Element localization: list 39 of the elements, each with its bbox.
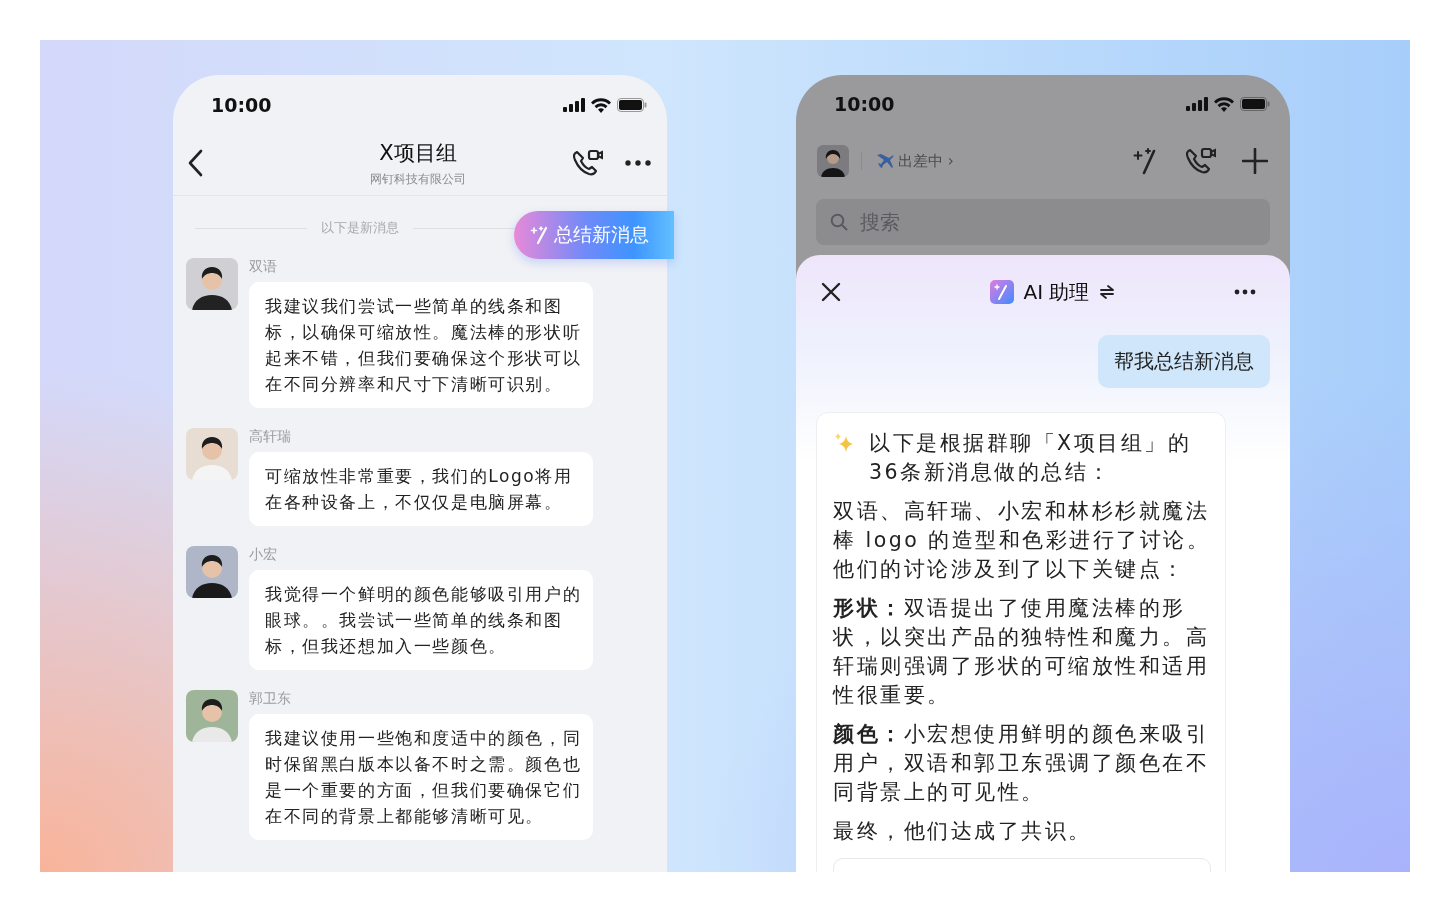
new-messages-divider: 以下是新消息 <box>321 219 399 237</box>
assistant-logo-icon <box>989 280 1014 304</box>
wifi-icon <box>591 97 611 113</box>
summary-intro: 以下是根据群聊「X项目组」的36条新消息做的总结： <box>869 430 1193 486</box>
close-icon[interactable] <box>821 282 841 302</box>
chat-subtitle: 网钉科技有限公司 <box>370 170 466 188</box>
switch-icon[interactable] <box>1099 284 1116 300</box>
assistant-title: AI 助理 <box>1023 278 1090 306</box>
more-icon[interactable] <box>1234 289 1256 295</box>
sender-name: 小宏 <box>249 546 278 564</box>
plus-icon[interactable] <box>1242 148 1268 174</box>
sender-name: 郭卫东 <box>249 690 292 708</box>
airplane-icon <box>876 153 894 169</box>
chat-title: X项目组 <box>379 139 457 167</box>
summary-paragraph: 颜色：小宏想使用鲜明的颜色来吸引用户，双语和郭卫东强调了颜色在不同背景上的可见性。 <box>833 721 1210 806</box>
message-bubble: 可缩放性非常重要，我们的Logo将用在各种设备上，不仅仅是电脑屏幕。 <box>249 452 593 526</box>
signal-icon <box>563 98 585 112</box>
battery-icon <box>617 98 647 112</box>
status-label[interactable]: 出差中 › <box>898 151 954 171</box>
battery-icon <box>1240 97 1270 111</box>
sender-name: 高轩瑞 <box>249 428 292 446</box>
call-icon[interactable] <box>1184 146 1218 176</box>
call-icon[interactable] <box>571 148 605 178</box>
magic-wand-icon <box>530 225 550 245</box>
summary-paragraph: 最终，他们达成了共识。 <box>833 818 1093 845</box>
signal-icon <box>1186 97 1208 111</box>
message-bubble: 我觉得一个鲜明的颜色能够吸引用户的眼球。。我尝试一些简单的线条和图标，但我还想加入一些颜色。 <box>249 570 593 670</box>
user-message-bubble: 帮我总结新消息 <box>1098 335 1270 388</box>
summary-paragraph: 双语、高轩瑞、小宏和林杉杉就魔法棒 logo 的造型和色彩进行了讨论。他们的讨论涉及到了以下关键点： <box>833 498 1211 583</box>
status-time: 10:00 <box>211 94 272 116</box>
message-bubble: 我建议我们尝试一些简单的线条和图标，以确保可缩放性。魔法棒的形状听起来不错，但我们要确保这个形状可以在不同分辨率和尺寸下清晰可识别。 <box>249 282 593 408</box>
wifi-icon <box>1214 96 1234 112</box>
summarize-button[interactable]: 总结新消息 <box>514 211 674 259</box>
summary-paragraph: 形状：双语提出了使用魔法棒的形状，以突出产品的独特性和魔力。高轩瑞则强调了形状的可缩放性和适用性很重要。 <box>833 595 1210 709</box>
status-time: 10:00 <box>834 93 895 115</box>
back-icon[interactable] <box>187 149 203 177</box>
message-bubble: 我建议使用一些饱和度适中的颜色，同时保留黑白版本以备不时之需。颜色也是一个重要的方面，但我们要确保它们在不同的背景上都能够清晰可见。 <box>249 714 593 840</box>
sender-name: 双语 <box>249 258 278 276</box>
more-icon[interactable] <box>625 160 651 166</box>
